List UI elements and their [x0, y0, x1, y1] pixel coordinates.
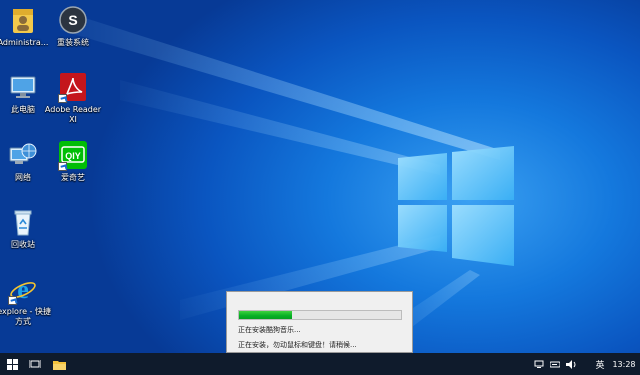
recycle-bin-icon — [8, 207, 38, 237]
iqiyi-icon: QIY — [58, 140, 88, 171]
shortcut-arrow-icon — [58, 94, 67, 103]
task-view-icon — [29, 360, 41, 368]
this-pc-icon — [8, 72, 38, 102]
install-progress-fill — [239, 311, 293, 319]
install-status-text: 正在安装酷狗音乐... — [238, 326, 301, 334]
svg-text:e: e — [17, 275, 29, 304]
svg-text:QIY: QIY — [65, 151, 81, 161]
desktop-icon-recycle-bin[interactable]: 回收站 — [0, 207, 52, 250]
file-explorer-icon — [52, 360, 66, 370]
install-progress-bar — [238, 310, 402, 320]
desktop-icon-adobe-reader[interactable]: Adobe Reader XI — [44, 72, 102, 125]
network-icon — [8, 140, 38, 170]
desktop-icon-label: 爱奇艺 — [61, 173, 85, 182]
shortcut-arrow-icon — [8, 296, 17, 305]
taskbar-clock[interactable]: 13:28 — [610, 353, 638, 375]
tray-device-icon[interactable] — [548, 353, 562, 375]
input-method-indicator[interactable]: 英 — [592, 353, 608, 375]
start-button[interactable] — [0, 353, 24, 375]
desktop-icon-label: iexplore - 快捷方式 — [0, 307, 51, 326]
task-view-button[interactable] — [24, 353, 46, 375]
desktop-icon-iqiyi[interactable]: QIY 爱奇艺 — [44, 140, 102, 183]
desktop-icon-label: 回收站 — [11, 240, 35, 249]
windows-start-icon — [6, 358, 18, 370]
internet-explorer-icon: e — [8, 274, 38, 305]
volume-icon[interactable] — [564, 353, 578, 375]
user-folder-icon — [8, 5, 38, 35]
svg-text:S: S — [68, 12, 77, 28]
install-warning-text: 正在安装，勿动鼠标和键盘！请稍候... — [238, 341, 357, 349]
taskbar: 英 13:28 — [0, 353, 640, 375]
reinstall-system-icon: S — [58, 5, 88, 35]
desktop-icon-label: Adobe Reader XI — [44, 105, 102, 124]
file-explorer-button[interactable] — [47, 353, 71, 375]
desktop-icon-iexplore[interactable]: e iexplore - 快捷方式 — [0, 274, 52, 327]
tray-network-icon[interactable] — [532, 353, 546, 375]
desktop-icon-label: 重装系统 — [57, 38, 89, 47]
install-progress-dialog: 正在安装酷狗音乐... 正在安装，勿动鼠标和键盘！请稍候... — [226, 291, 413, 353]
adobe-reader-icon — [58, 72, 88, 103]
desktop-icon-reinstall-system[interactable]: S 重装系统 — [44, 5, 102, 48]
shortcut-arrow-icon — [58, 162, 67, 171]
